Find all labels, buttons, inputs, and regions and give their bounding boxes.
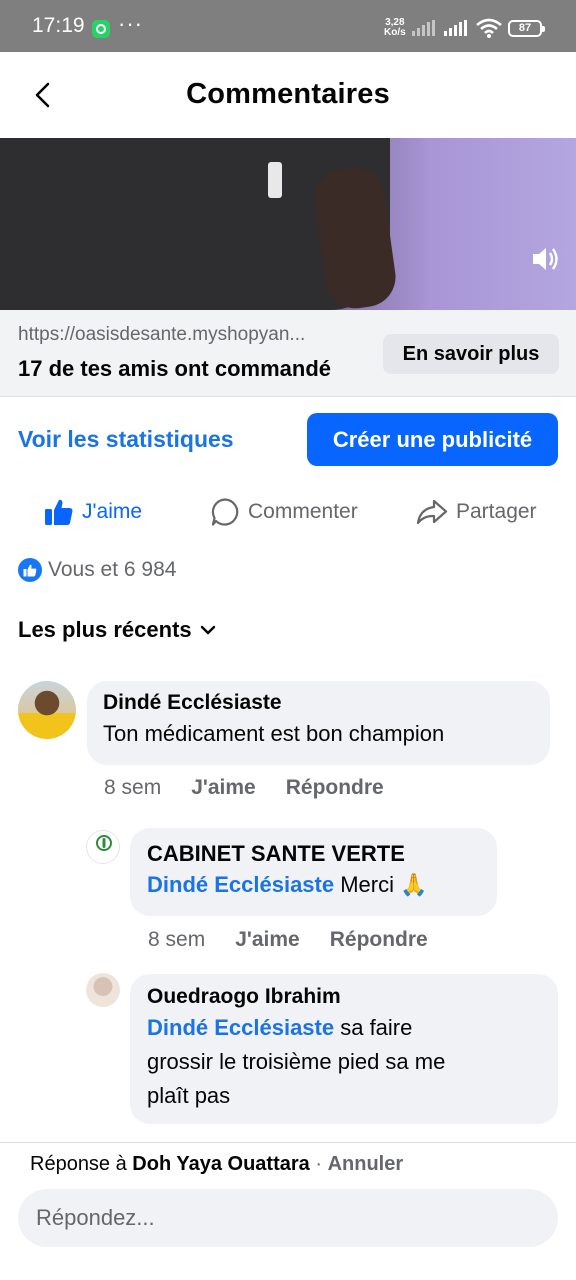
signal-sim1-icon xyxy=(412,20,435,36)
comment-text: Merci 🙏 xyxy=(334,872,428,897)
like-reaction-icon xyxy=(18,558,42,582)
comment-meta: 8 sem J'aime Répondre xyxy=(104,776,384,800)
comment-author[interactable]: Ouedraogo Ibrahim xyxy=(147,985,541,1009)
comment-bubble[interactable]: CABINET SANTE VERTE Dindé Ecclésiaste Me… xyxy=(130,828,497,916)
like-label: J'aime xyxy=(82,500,143,523)
comment-text: Ton médicament est bon champion xyxy=(103,721,445,746)
header: Commentaires xyxy=(0,52,576,138)
status-bar: 17:19 ··· 3,28 Ko/s 87 xyxy=(0,0,576,52)
reactions-count: Vous et 6 984 xyxy=(48,558,177,581)
reply-input[interactable] xyxy=(18,1189,558,1247)
replying-to: Réponse à Doh Yaya Ouattara · Annuler xyxy=(30,1153,404,1175)
comment-author[interactable]: Dindé Ecclésiaste xyxy=(103,691,534,715)
ad-url[interactable]: https://oasisdesante.myshopyan... xyxy=(18,324,368,346)
ad-social-proof: 17 de tes amis ont commandé xyxy=(18,356,331,381)
comment-reply-button[interactable]: Répondre xyxy=(330,928,428,952)
comment-reply-button[interactable]: Répondre xyxy=(286,776,384,800)
comment-text: plaît pas xyxy=(147,1083,231,1108)
reply-composer: Réponse à Doh Yaya Ouattara · Annuler xyxy=(0,1142,576,1280)
whatsapp-notification-icon xyxy=(92,20,110,38)
sort-label: Les plus récents xyxy=(18,617,192,642)
learn-more-button[interactable]: En savoir plus xyxy=(383,334,559,374)
comment-like-button[interactable]: J'aime xyxy=(235,928,300,952)
sort-dropdown[interactable]: Les plus récents xyxy=(18,617,216,643)
ad-video[interactable] xyxy=(0,138,576,310)
avatar[interactable] xyxy=(18,681,76,739)
ad-link-bar[interactable]: https://oasisdesante.myshopyan... 17 de … xyxy=(0,310,576,396)
reactions-summary[interactable]: Vous et 6 984 xyxy=(18,558,176,582)
comment-text: grossir le troisième pied sa me xyxy=(147,1049,446,1074)
comment-time: 8 sem xyxy=(148,928,206,951)
mention-tag[interactable]: Dindé Ecclésiaste xyxy=(147,872,334,897)
network-speed: 3,28 Ko/s xyxy=(384,17,406,38)
page-title: Commentaires xyxy=(186,78,390,110)
view-stats-link[interactable]: Voir les statistiques xyxy=(18,426,234,453)
share-arrow-icon xyxy=(416,499,448,525)
divider xyxy=(0,396,576,397)
comment-author[interactable]: CABINET SANTE VERTE xyxy=(147,841,480,867)
comment-text: sa faire xyxy=(334,1015,413,1040)
speaker-icon[interactable] xyxy=(530,244,560,274)
like-button[interactable]: J'aime xyxy=(44,490,142,534)
comment-like-button[interactable]: J'aime xyxy=(191,776,256,800)
video-frame-pen xyxy=(268,162,282,198)
share-label: Partager xyxy=(456,500,537,523)
share-button[interactable]: Partager xyxy=(416,490,537,534)
thumbs-up-icon xyxy=(45,499,73,525)
avatar[interactable] xyxy=(86,973,120,1007)
create-ad-button[interactable]: Créer une publicité xyxy=(307,413,558,466)
leaf-logo-icon xyxy=(96,835,112,851)
status-time: 17:19 xyxy=(32,14,85,37)
reply-target-name: Doh Yaya Ouattara xyxy=(132,1153,310,1175)
battery-icon: 87 xyxy=(508,20,545,37)
avatar[interactable] xyxy=(86,830,120,864)
comment-meta: 8 sem J'aime Répondre xyxy=(148,928,428,952)
comment-button[interactable]: Commenter xyxy=(210,490,358,534)
comment-time: 8 sem xyxy=(104,776,162,799)
comment-label: Commenter xyxy=(248,500,358,523)
cancel-reply-button[interactable]: Annuler xyxy=(328,1153,404,1175)
comment-bubble-icon xyxy=(211,498,239,526)
more-notifications-icon: ··· xyxy=(118,11,143,36)
mention-tag[interactable]: Dindé Ecclésiaste xyxy=(147,1015,334,1040)
chevron-down-icon xyxy=(200,625,215,635)
post-actions: J'aime Commenter Partager xyxy=(0,490,576,534)
comment-bubble[interactable]: Dindé Ecclésiaste Ton médicament est bon… xyxy=(87,681,550,765)
wifi-icon xyxy=(476,18,502,38)
signal-sim2-icon xyxy=(444,20,467,36)
comment-bubble[interactable]: Ouedraogo Ibrahim Dindé Ecclésiaste sa f… xyxy=(130,974,558,1124)
